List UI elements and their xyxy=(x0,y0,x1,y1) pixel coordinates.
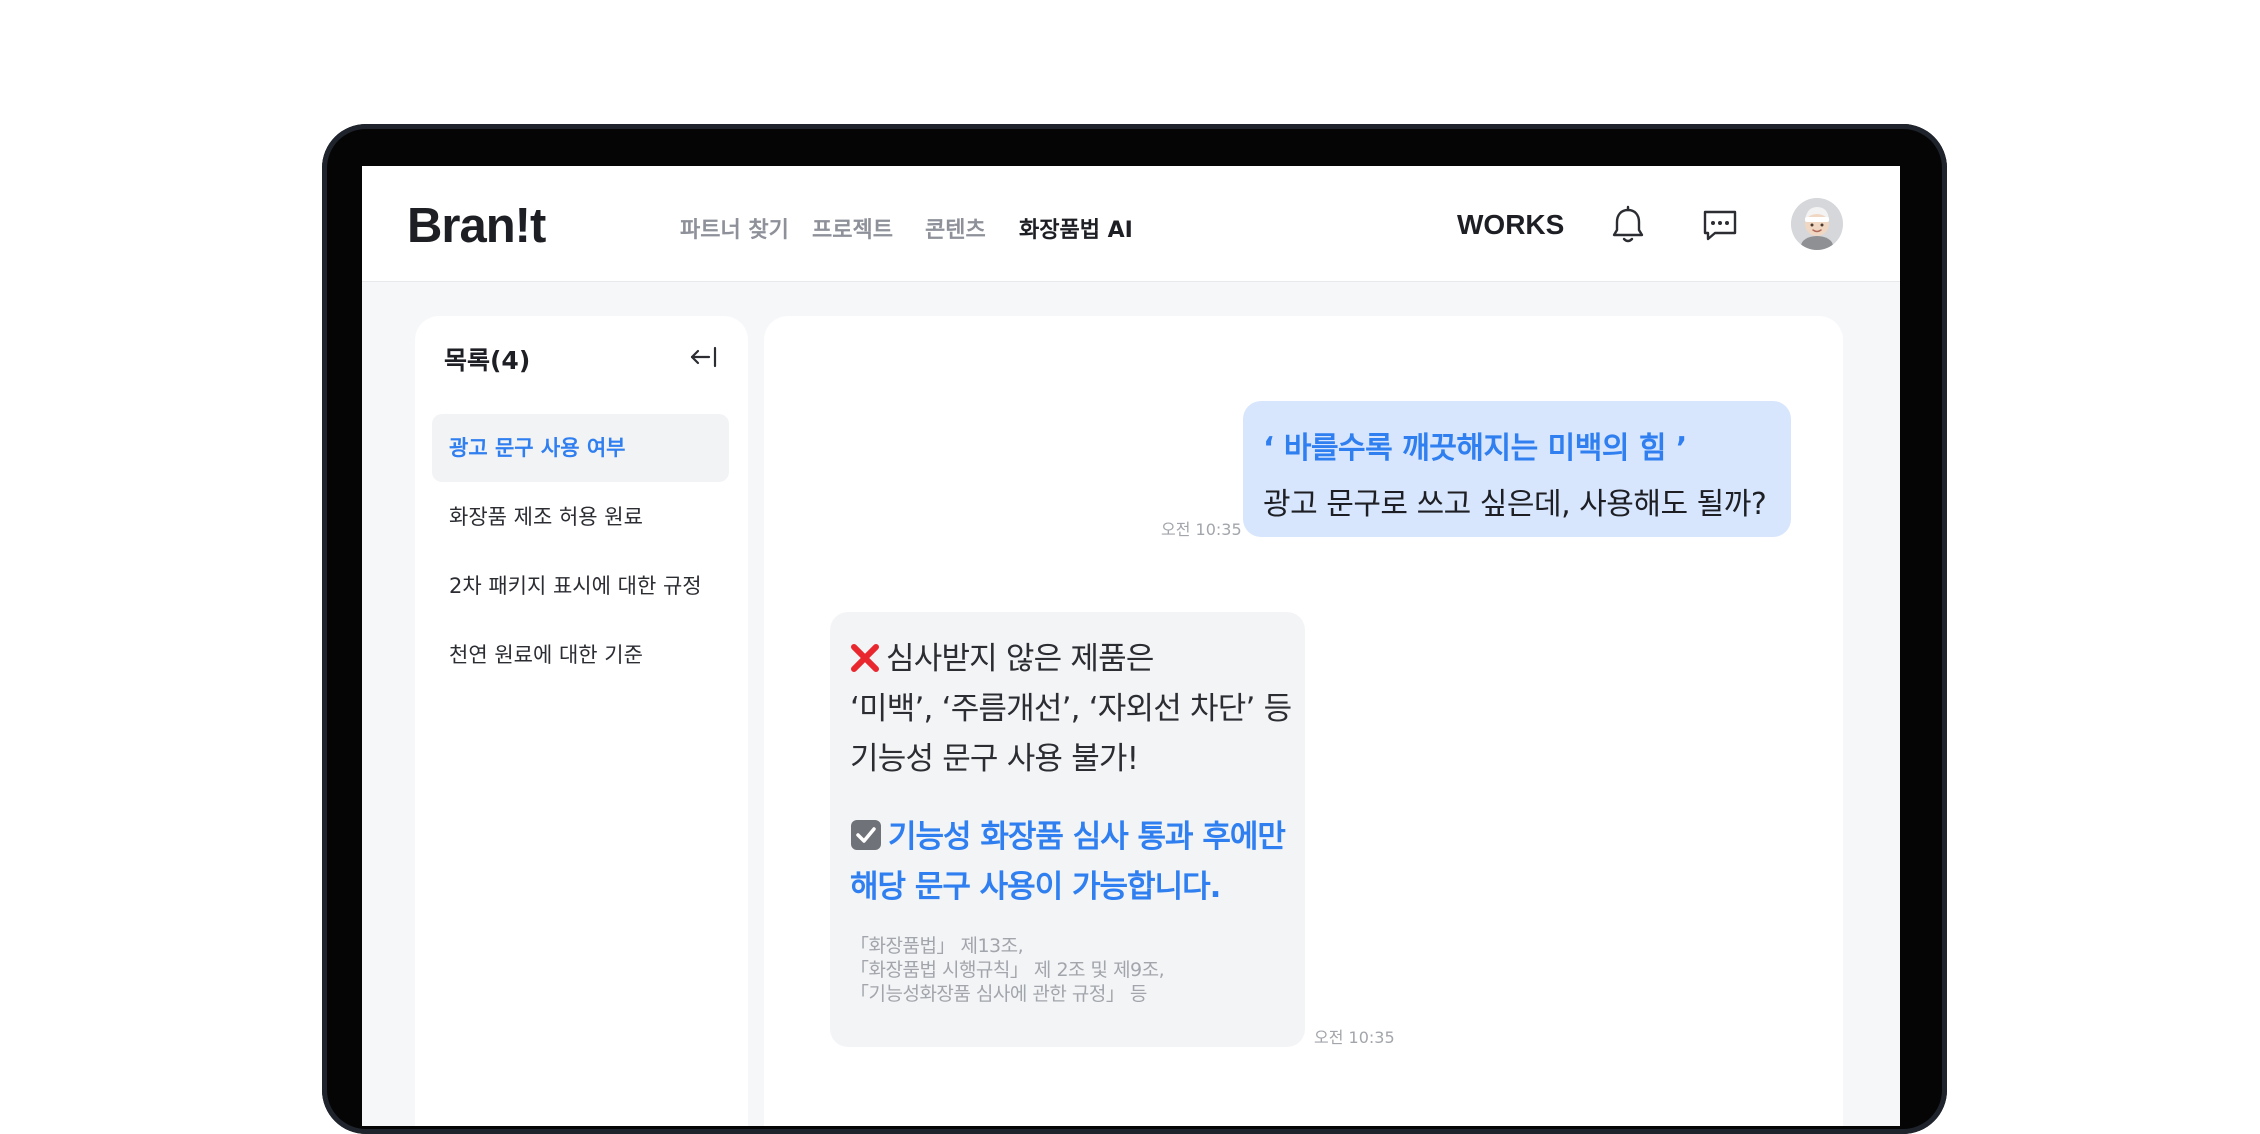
top-header: Bran!t 파트너 찾기 프로젝트 콘텐츠 화장품법 AI WORKS xyxy=(362,166,1900,282)
avatar[interactable] xyxy=(1791,198,1843,250)
list-item-natural-ingredients[interactable]: 천연 원료에 대한 기준 xyxy=(432,621,729,689)
ai-message-time: 오전 10:35 xyxy=(1314,1028,1395,1047)
answer-line-2: ‘미백’, ‘주름개선’, ‘자외선 차단’ 등 xyxy=(850,691,1292,727)
nav-contents[interactable]: 콘텐츠 xyxy=(925,212,986,244)
reference-1: 「화장품법」 제13조, xyxy=(850,935,1024,957)
user-quoted-phrase: ‘ 바를수록 깨끗해지는 미백의 힘 ’ xyxy=(1263,431,1687,466)
answer-line-3: 기능성 문구 사용 불가! xyxy=(850,741,1139,777)
reference-3: 「기능성화장품 심사에 관한 규정」 등 xyxy=(850,983,1147,1005)
chat-bubble-icon[interactable] xyxy=(1697,202,1743,248)
bell-icon[interactable] xyxy=(1605,202,1651,248)
user-message-text: 광고 문구로 쓰고 싶은데, 사용해도 될까? xyxy=(1263,487,1767,522)
app-screen: Bran!t 파트너 찾기 프로젝트 콘텐츠 화장품법 AI WORKS 목록(… xyxy=(362,166,1900,1126)
answer-highlight-2: 해당 문구 사용이 가능합니다. xyxy=(850,869,1221,905)
nav-project[interactable]: 프로젝트 xyxy=(812,212,893,244)
ai-answer-bubble: 심사받지 않은 제품은 ‘미백’, ‘주름개선’, ‘자외선 차단’ 등 기능성… xyxy=(830,612,1305,1047)
collapse-left-icon[interactable] xyxy=(687,340,721,374)
check-box-icon xyxy=(850,816,882,850)
history-sidebar: 목록(4) 광고 문구 사용 여부 화장품 제조 허용 원료 2차 패키지 표시… xyxy=(415,316,748,1126)
list-item-ad-copy[interactable]: 광고 문구 사용 여부 xyxy=(432,414,729,482)
list-item-secondary-package[interactable]: 2차 패키지 표시에 대한 규정 xyxy=(432,552,729,620)
reference-2: 「화장품법 시행규칙」 제 2조 및 제9조, xyxy=(850,959,1165,981)
user-message-bubble: ‘ 바를수록 깨끗해지는 미백의 힘 ’ 광고 문구로 쓰고 싶은데, 사용해도… xyxy=(1243,401,1791,537)
law-references: 「화장품법」 제13조, 「화장품법 시행규칙」 제 2조 및 제9조, 「기능… xyxy=(850,934,1285,1006)
sidebar-title: 목록(4) xyxy=(444,346,531,375)
red-x-icon xyxy=(850,638,880,672)
list-item-allowed-ingredients[interactable]: 화장품 제조 허용 원료 xyxy=(432,483,729,551)
answer-highlight-1: 기능성 화장품 심사 통과 후에만 xyxy=(888,819,1286,855)
answer-line-1: 심사받지 않은 제품은 xyxy=(886,641,1154,677)
brand-logo[interactable]: Bran!t xyxy=(407,198,546,254)
nav-partner-search[interactable]: 파트너 찾기 xyxy=(680,212,789,244)
chat-panel: 오전 10:35 ‘ 바를수록 깨끗해지는 미백의 힘 ’ 광고 문구로 쓰고 … xyxy=(764,316,1843,1126)
nav-cosmetics-law-ai[interactable]: 화장품법 AI xyxy=(1019,212,1133,244)
works-link[interactable]: WORKS xyxy=(1457,209,1564,241)
user-message-time: 오전 10:35 xyxy=(1161,520,1242,539)
